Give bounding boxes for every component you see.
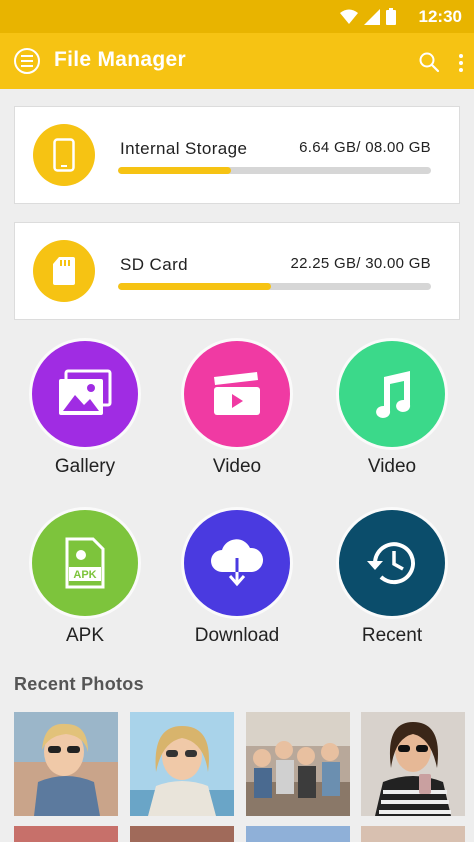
category-circle — [339, 341, 445, 447]
category-label: Recent — [361, 625, 423, 646]
storage-size: 6.64 GB/ 08.00 GB — [299, 139, 431, 156]
menu-icon[interactable] — [14, 48, 40, 74]
photo-thumbnail[interactable] — [246, 826, 350, 842]
photo-thumbnail[interactable] — [130, 712, 234, 816]
category-gallery[interactable]: Gallery — [15, 341, 155, 478]
category-label: Video — [212, 456, 262, 477]
status-time: 12:30 — [418, 7, 462, 26]
category-circle — [32, 341, 138, 447]
status-icons — [340, 8, 396, 25]
storage-progress-bar — [118, 167, 431, 174]
app-title: File Manager — [54, 48, 186, 71]
svg-text:APK: APK — [73, 569, 96, 581]
category-circle — [184, 341, 290, 447]
photo-thumbnail[interactable] — [361, 712, 465, 816]
cloud-download-icon — [211, 539, 264, 587]
signal-icon — [364, 8, 380, 25]
recent-photos-title: Recent Photos — [14, 674, 144, 694]
internal-storage-card[interactable]: Internal Storage 6.64 GB/ 08.00 GB — [14, 106, 460, 204]
storage-size: 22.25 GB/ 30.00 GB — [290, 255, 431, 272]
category-label: APK — [65, 625, 105, 646]
photo-thumbnail[interactable] — [14, 712, 118, 816]
category-label: Download — [194, 625, 280, 646]
music-note-icon — [376, 371, 411, 418]
category-circle: APK — [32, 510, 138, 616]
category-circle — [184, 510, 290, 616]
history-icon — [367, 542, 415, 585]
category-label: Gallery — [54, 456, 116, 477]
video-clapper-icon — [214, 372, 260, 415]
photo-thumbnail[interactable] — [14, 826, 118, 842]
storage-progress-fill — [118, 283, 272, 290]
category-circle — [339, 510, 445, 616]
status-bar: 12:30 — [0, 0, 474, 33]
apk-file-icon: APK — [65, 537, 105, 589]
app-bar: File Manager — [0, 33, 474, 89]
battery-icon — [386, 8, 396, 25]
category-music[interactable]: Video — [322, 341, 462, 478]
wifi-icon — [340, 9, 358, 24]
storage-name: SD Card — [120, 255, 188, 274]
sd-card-icon — [33, 240, 95, 302]
search-icon[interactable] — [418, 51, 440, 73]
more-options-icon[interactable] — [456, 53, 466, 73]
storage-progress-bar — [118, 283, 431, 290]
photo-thumbnail[interactable] — [246, 712, 350, 816]
category-label: Video — [367, 456, 417, 477]
storage-progress-fill — [118, 167, 231, 174]
photo-thumbnail[interactable] — [130, 826, 234, 842]
category-video[interactable]: Video — [167, 341, 307, 478]
category-recent[interactable]: Recent — [322, 510, 462, 647]
gallery-icon — [59, 369, 112, 415]
photo-thumbnail[interactable] — [361, 826, 465, 842]
category-download[interactable]: Download — [167, 510, 307, 647]
storage-name: Internal Storage — [120, 139, 248, 158]
category-apk[interactable]: APK APK — [15, 510, 155, 647]
sd-card-card[interactable]: SD Card 22.25 GB/ 30.00 GB — [14, 222, 460, 320]
phone-icon — [33, 124, 95, 186]
